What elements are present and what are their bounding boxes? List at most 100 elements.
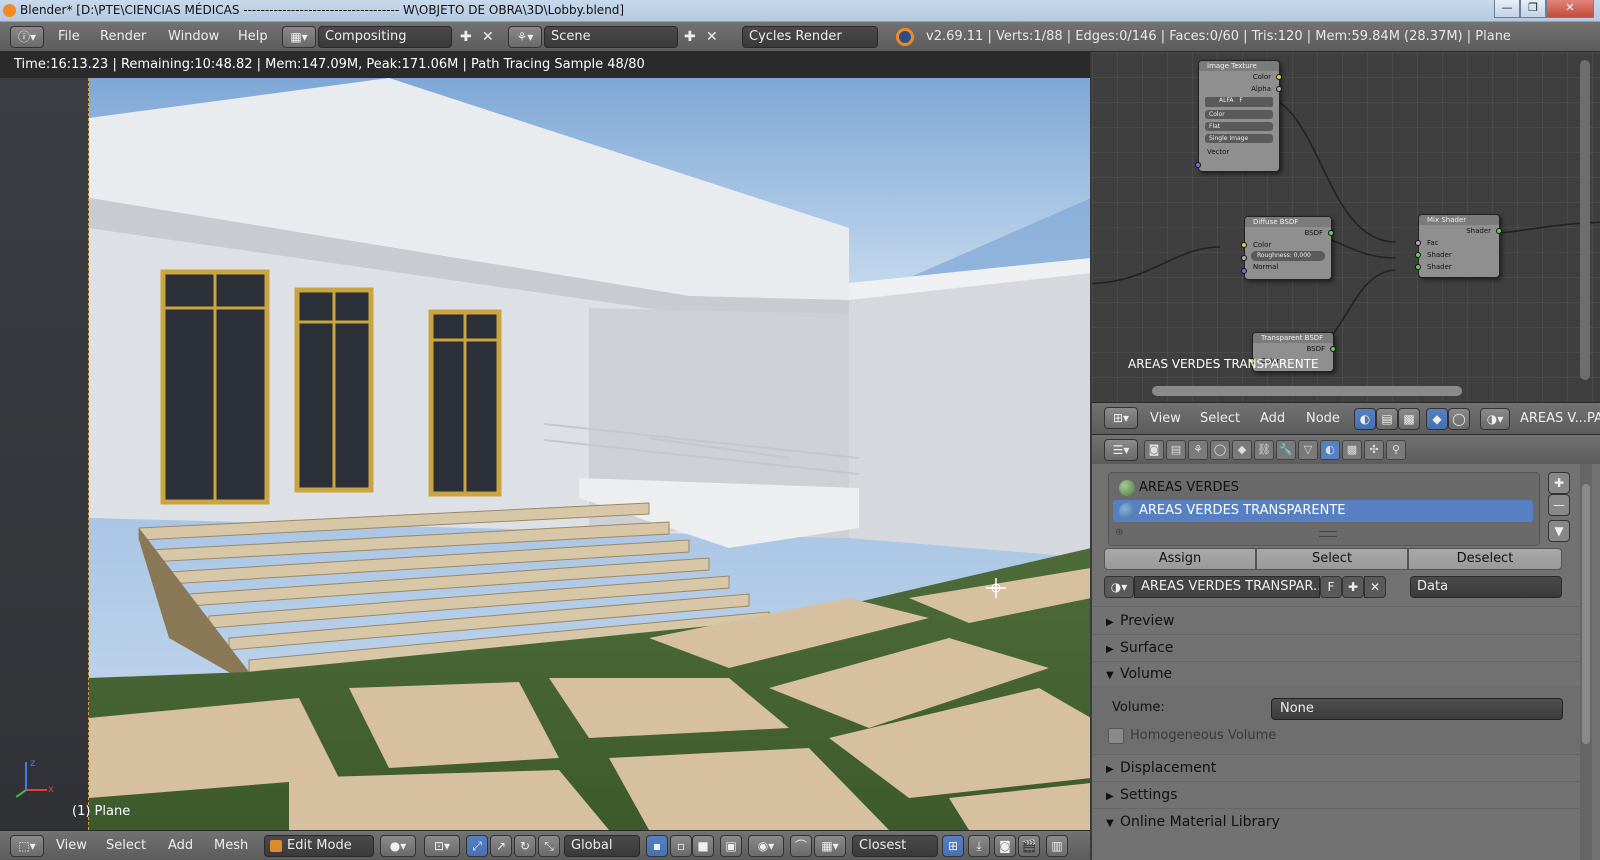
material-link-dropdown[interactable]: Data (1410, 576, 1562, 598)
projection-field[interactable]: Flat (1205, 122, 1273, 131)
close-button[interactable]: ✕ (1546, 0, 1594, 18)
shader-nodes-icon[interactable]: ◐ (1354, 408, 1376, 430)
normal-socket[interactable] (1241, 268, 1247, 274)
assign-button[interactable]: Assign (1104, 548, 1256, 570)
node-editor-vertical-scrollbar[interactable] (1580, 60, 1590, 380)
slot-specials-icon[interactable]: ▼ (1548, 520, 1570, 542)
rotate-icon[interactable]: ↻ (514, 835, 536, 857)
preview-panel-header[interactable]: ▶ Preview (1106, 608, 1175, 634)
maximize-button[interactable]: ❐ (1520, 0, 1546, 18)
shader1-socket[interactable] (1415, 252, 1421, 258)
face-select-icon[interactable]: ■ (692, 835, 714, 857)
edge-select-icon[interactable]: ▫ (670, 835, 692, 857)
menu-add[interactable]: Add (168, 831, 193, 860)
screen-layout-dropdown[interactable]: Compositing (318, 26, 452, 48)
remove-scene-icon[interactable]: ✕ (706, 29, 718, 45)
menu-help[interactable]: Help (238, 22, 268, 52)
data-tab-icon[interactable]: ▽ (1298, 440, 1318, 460)
remove-material-slot-icon[interactable]: — (1548, 494, 1570, 516)
volume-panel-header[interactable]: ▼ Volume (1106, 661, 1172, 687)
node-editor[interactable]: Image Texture Color Alpha ALFA F Color F… (1092, 52, 1600, 402)
diffuse-color-socket[interactable] (1241, 242, 1247, 248)
material-browse-button[interactable]: ◑▾ (1104, 576, 1134, 598)
modifiers-tab-icon[interactable]: 🔧 (1276, 440, 1296, 460)
object-tab-icon[interactable]: ◆ (1232, 440, 1252, 460)
image-texture-node[interactable]: Image Texture Color Alpha ALFA F Color F… (1195, 60, 1282, 172)
transparent-bsdf-socket[interactable] (1330, 346, 1336, 352)
add-material-slot-icon[interactable]: ✚ (1548, 472, 1570, 494)
node-menu-view[interactable]: View (1150, 403, 1181, 433)
material-tab-icon[interactable]: ◐ (1320, 440, 1340, 460)
menu-view[interactable]: View (56, 831, 87, 860)
layer-grid-icon[interactable]: ▥ (1046, 835, 1068, 857)
texture-nodes-icon[interactable]: ▩ (1398, 408, 1420, 430)
displacement-panel-header[interactable]: ▶ Displacement (1106, 755, 1216, 781)
settings-panel-header[interactable]: ▶ Settings (1106, 782, 1177, 808)
menu-mesh[interactable]: Mesh (214, 831, 248, 860)
image-color-socket[interactable] (1276, 74, 1282, 80)
render-tab-icon[interactable]: ◙ (1144, 440, 1164, 460)
texture-tab-icon[interactable]: ▩ (1342, 440, 1362, 460)
render-camera-icon[interactable]: ◙ (994, 835, 1016, 857)
fac-socket[interactable] (1415, 240, 1421, 246)
compositing-nodes-icon[interactable]: ▤ (1376, 408, 1398, 430)
fake-user-button[interactable]: F (1320, 576, 1342, 598)
scene-dropdown[interactable]: Scene (544, 26, 678, 48)
deselect-button[interactable]: Deselect (1408, 548, 1562, 570)
material-slot-0[interactable]: AREAS VERDES (1113, 477, 1533, 499)
library-panel-header[interactable]: ▼ Online Material Library (1106, 809, 1280, 835)
particles-tab-icon[interactable]: ✣ (1364, 440, 1384, 460)
world-tab-icon[interactable]: ◯ (1210, 440, 1230, 460)
material-slot-1[interactable]: AREAS VERDES TRANSPARENTE (1113, 500, 1533, 522)
surface-panel-header[interactable]: ▶ Surface (1106, 635, 1173, 661)
render-animation-icon[interactable]: 🎬 (1018, 835, 1040, 857)
node-editor-horizontal-scrollbar[interactable] (1152, 386, 1462, 396)
homogeneous-volume-checkbox[interactable] (1108, 728, 1124, 744)
snap-target-dropdown[interactable]: Closest (852, 835, 938, 857)
snap-align-icon[interactable]: ⊞ (942, 835, 964, 857)
material-name-field[interactable]: AREAS VERDES TRANSPAR... (1134, 576, 1320, 598)
scene-icon[interactable]: ⚘▾ (508, 26, 542, 48)
image-alpha-socket[interactable] (1276, 86, 1282, 92)
mix-output-socket[interactable] (1496, 228, 1502, 234)
viewport-shading-icon[interactable]: ●▾ (380, 835, 416, 857)
image-datablock[interactable]: ALFA F (1205, 97, 1273, 107)
select-button[interactable]: Select (1256, 548, 1408, 570)
3d-view-editor-type-icon[interactable]: ⬚▾ (10, 835, 44, 857)
diffuse-bsdf-node[interactable]: Diffuse BSDF BSDF Color Roughness: 0.000… (1241, 216, 1334, 280)
node-menu-select[interactable]: Select (1200, 403, 1240, 433)
screen-layout-icon[interactable]: ▦▾ (282, 26, 316, 48)
pivot-point-icon[interactable]: ⊡▾ (424, 835, 460, 857)
occlude-geometry-icon[interactable]: ▣ (720, 835, 742, 857)
image-fake-user[interactable]: F (1239, 97, 1242, 104)
node-menu-add[interactable]: Add (1260, 403, 1285, 433)
snap-project-icon[interactable]: ⤓ (968, 835, 990, 857)
constraints-tab-icon[interactable]: ⛓ (1254, 440, 1274, 460)
scene-tab-icon[interactable]: ⚘ (1188, 440, 1208, 460)
physics-tab-icon[interactable]: ⚲ (1386, 440, 1406, 460)
snap-icon[interactable]: ⌒ (790, 835, 812, 857)
manipulator-icon[interactable]: ⤢ (466, 835, 488, 857)
info-editor-type-icon[interactable]: ⓘ▾ (10, 26, 44, 48)
unlink-material-icon[interactable]: ✕ (1364, 576, 1386, 598)
object-shader-icon[interactable]: ◆ (1426, 408, 1448, 430)
menu-render[interactable]: Render (100, 22, 146, 52)
proportional-edit-icon[interactable]: ◉▾ (748, 835, 784, 857)
node-material-name[interactable]: AREAS V...PA (1520, 403, 1600, 435)
vertex-select-icon[interactable]: ▪ (646, 835, 668, 857)
menu-select[interactable]: Select (106, 831, 146, 860)
snap-element-icon[interactable]: ▦▾ (814, 835, 846, 857)
roughness-field[interactable]: Roughness: 0.000 (1251, 251, 1325, 261)
material-browse-icon[interactable]: ◑▾ (1480, 408, 1510, 430)
minimize-button[interactable]: — (1494, 0, 1520, 18)
render-layers-tab-icon[interactable]: ▤ (1166, 440, 1186, 460)
list-resize-handle[interactable] (1319, 531, 1337, 537)
color-space-field[interactable]: Color (1205, 110, 1273, 119)
diffuse-bsdf-socket[interactable] (1328, 230, 1334, 236)
remove-screen-icon[interactable]: ✕ (482, 29, 494, 45)
source-field[interactable]: Single Image (1205, 134, 1273, 143)
image-vector-socket[interactable] (1195, 162, 1201, 168)
properties-scrollbar[interactable] (1580, 464, 1592, 860)
3d-viewport[interactable]: Time:16:13.23 | Remaining:10:48.82 | Mem… (0, 52, 1090, 830)
shader2-socket[interactable] (1415, 264, 1421, 270)
